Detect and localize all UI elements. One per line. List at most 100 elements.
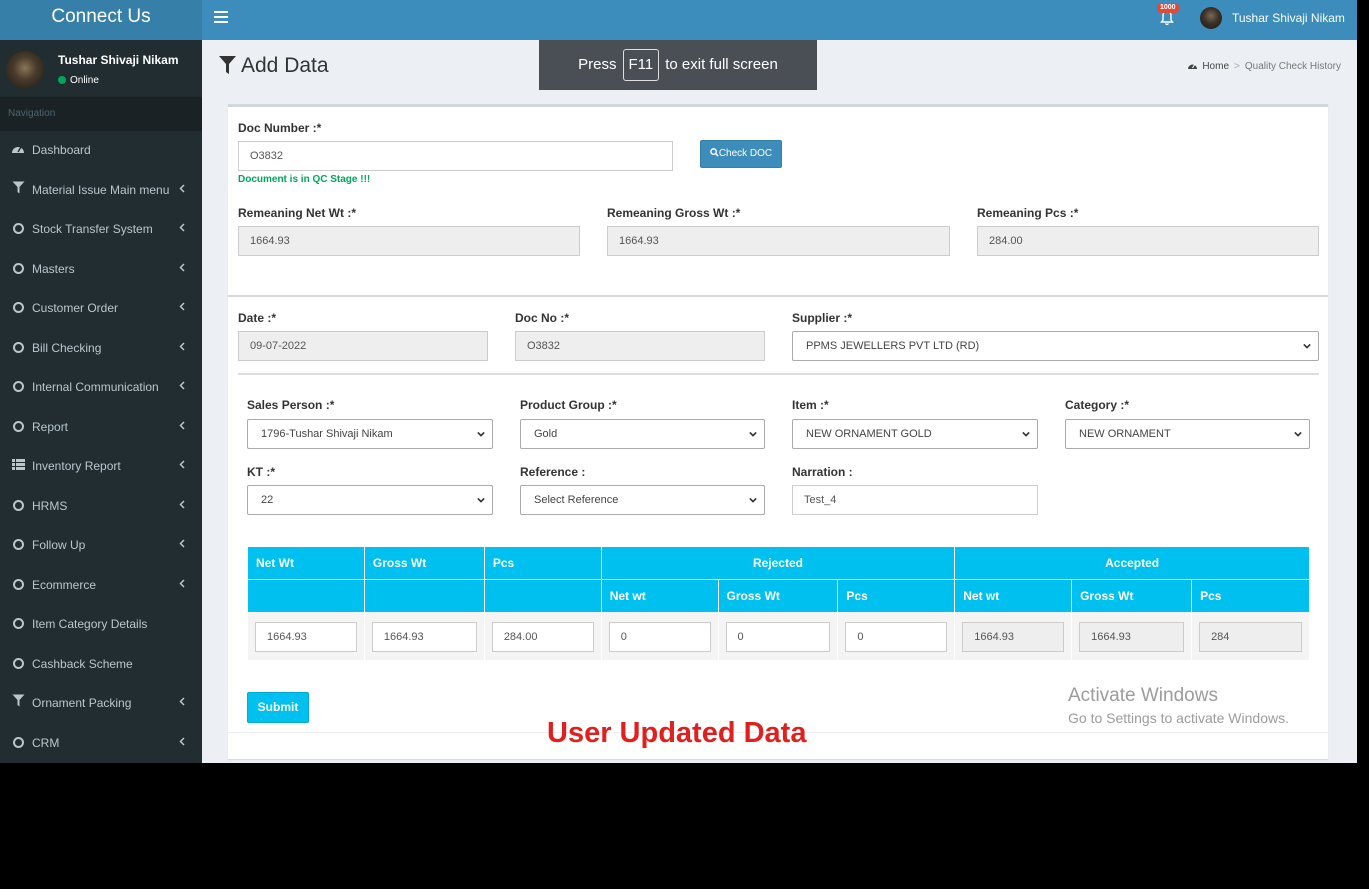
item-value: NEW ORNAMENT GOLD [806, 428, 932, 440]
filter-icon [219, 56, 236, 74]
supplier-select[interactable]: PPMS JEWELLERS PVT LTD (RD) [792, 331, 1319, 361]
table-cell: 0 [717, 612, 839, 661]
col-subheader-acc-net: Net wt [954, 579, 1073, 613]
product-group-value: Gold [534, 428, 558, 440]
supplier-value: PPMS JEWELLERS PVT LTD (RD) [806, 340, 980, 352]
col-subheader-empty [247, 579, 365, 613]
sidebar-item-material-issue-main-menu[interactable]: Material Issue Main menu [0, 171, 202, 211]
kt-value: 22 [261, 494, 274, 506]
table-cell: 1664.93 [954, 612, 1073, 661]
col-subheader-empty [363, 579, 485, 613]
sidebar-item-customer-order[interactable]: Customer Order [0, 289, 202, 329]
sidebar-item-dashboard[interactable]: Dashboard [0, 131, 202, 171]
sidebar-item-ornament-packing[interactable]: Ornament Packing [0, 684, 202, 724]
chevron-down-icon [477, 431, 485, 437]
watermark-subtitle: Go to Settings to activate Windows. [1068, 710, 1289, 726]
product-group-select[interactable]: Gold [520, 419, 765, 449]
col-header-gross-wt: Gross Wt [363, 546, 485, 580]
sidebar-item-label: Ornament Packing [32, 696, 132, 710]
gross-wt-input[interactable]: 1664.93 [371, 621, 477, 652]
chevron-left-icon [179, 329, 185, 369]
page-title: Add Data [218, 54, 329, 78]
notification-badge: 1000 [1157, 3, 1179, 13]
sidebar-item-cashback-scheme[interactable]: Cashback Scheme [0, 645, 202, 685]
sidebar-item-label: Masters [32, 261, 75, 276]
pcs-input[interactable]: 284.00 [491, 621, 594, 652]
sidebar-item-follow-up[interactable]: Follow Up [0, 526, 202, 566]
rejected-net-wt-input[interactable]: 0 [608, 621, 711, 652]
table-row: 1664.93 1664.93 284.00 0 0 0 1664.93 166… [247, 612, 1310, 661]
item-select[interactable]: NEW ORNAMENT GOLD [792, 419, 1038, 449]
qc-table: Net Wt Gross Wt Pcs Rejected Accepted Ne… [247, 546, 1310, 661]
circle-icon [11, 289, 25, 329]
sidebar-item-hrms[interactable]: HRMS [0, 487, 202, 527]
page-title-text: Add Data [241, 54, 329, 77]
docno-field: O3832 [515, 331, 765, 361]
breadcrumb-home[interactable]: Home [1202, 61, 1229, 72]
section-divider [228, 295, 1328, 297]
rejected-gross-wt-input[interactable]: 0 [725, 621, 831, 652]
reference-select[interactable]: Select Reference [520, 485, 765, 515]
app-window: Connect Us 1000 Tushar Shivaji Nikam Tus… [0, 0, 1357, 763]
check-doc-button[interactable]: Check DOC [700, 140, 782, 168]
sidebar-item-ecommerce[interactable]: Ecommerce [0, 566, 202, 606]
breadcrumb-current: Quality Check History [1244, 61, 1341, 72]
sidebar-item-label: Item Category Details [32, 617, 148, 631]
chevron-left-icon [179, 289, 185, 329]
chevron-left-icon [179, 724, 185, 764]
narration-label: Narration : [792, 465, 853, 479]
category-select[interactable]: NEW ORNAMENT [1065, 419, 1310, 449]
sidebar-item-masters[interactable]: Masters [0, 250, 202, 290]
submit-button[interactable]: Submit [247, 692, 309, 723]
table-header-row: Net Wt Gross Wt Pcs Rejected Accepted [247, 546, 1310, 580]
narration-input[interactable]: Test_4 [792, 485, 1038, 515]
sidebar-item-label: Dashboard [32, 143, 91, 157]
circle-icon [11, 250, 25, 290]
circle-icon [11, 368, 25, 408]
category-label: Category :* [1065, 398, 1130, 412]
sidebar-toggle-icon[interactable] [214, 11, 228, 23]
circle-icon [11, 487, 25, 527]
chevron-left-icon [179, 526, 185, 566]
sidebar-item-inventory-report[interactable]: Inventory Report [0, 447, 202, 487]
doc-number-label: Doc Number :* [238, 121, 322, 135]
circle-icon [11, 329, 25, 369]
table-cell: 284.00 [483, 612, 602, 661]
sidebar-item-bill-checking[interactable]: Bill Checking [0, 329, 202, 369]
doc-number-input[interactable]: O3832 [238, 141, 673, 171]
sales-person-select[interactable]: 1796-Tushar Shivaji Nikam [247, 419, 493, 449]
kt-select[interactable]: 22 [247, 485, 493, 515]
avatar[interactable] [1200, 7, 1222, 29]
rem-net-field: 1664.93 [238, 226, 580, 256]
col-header-pcs: Pcs [483, 546, 602, 580]
fullscreen-notice: Press F11 to exit full screen [539, 40, 817, 90]
chevron-left-icon [179, 566, 185, 606]
circle-icon [11, 645, 25, 685]
rem-pcs-label: Remeaning Pcs :* [977, 206, 1079, 220]
sidebar-item-label: Follow Up [32, 538, 86, 552]
reference-label: Reference : [520, 465, 586, 479]
sidebar-item-report[interactable]: Report [0, 408, 202, 448]
sidebar-item-internal-communication[interactable]: Internal Communication [0, 368, 202, 408]
breadcrumb: Home > Quality Check History [1187, 61, 1341, 72]
chevron-down-icon [1294, 431, 1302, 437]
sidebar-item-item-category-details[interactable]: Item Category Details [0, 605, 202, 645]
sidebar-item-label: Internal Communication [32, 380, 159, 394]
table-cell: 1664.93 [363, 612, 485, 661]
col-subheader-acc-gross: Gross Wt [1071, 579, 1193, 613]
brand-logo[interactable]: Connect Us [0, 0, 202, 40]
section-divider [238, 373, 1319, 375]
sidebar-item-stock-transfer-system[interactable]: Stock Transfer System [0, 210, 202, 250]
sidebar-item-crm[interactable]: CRM [0, 724, 202, 764]
rem-pcs-field: 284.00 [977, 226, 1319, 256]
dashboard-icon [1188, 63, 1198, 69]
fullscreen-notice-suffix: to exit full screen [665, 56, 778, 73]
date-label: Date :* [238, 311, 277, 325]
circle-icon [11, 566, 25, 606]
top-user-name[interactable]: Tushar Shivaji Nikam [1232, 11, 1345, 25]
sidebar-item-label: Stock Transfer System [32, 222, 153, 236]
rejected-pcs-input[interactable]: 0 [845, 621, 948, 652]
search-icon [709, 148, 719, 157]
rem-gross-field: 1664.93 [607, 226, 950, 256]
net-wt-input[interactable]: 1664.93 [255, 621, 357, 652]
